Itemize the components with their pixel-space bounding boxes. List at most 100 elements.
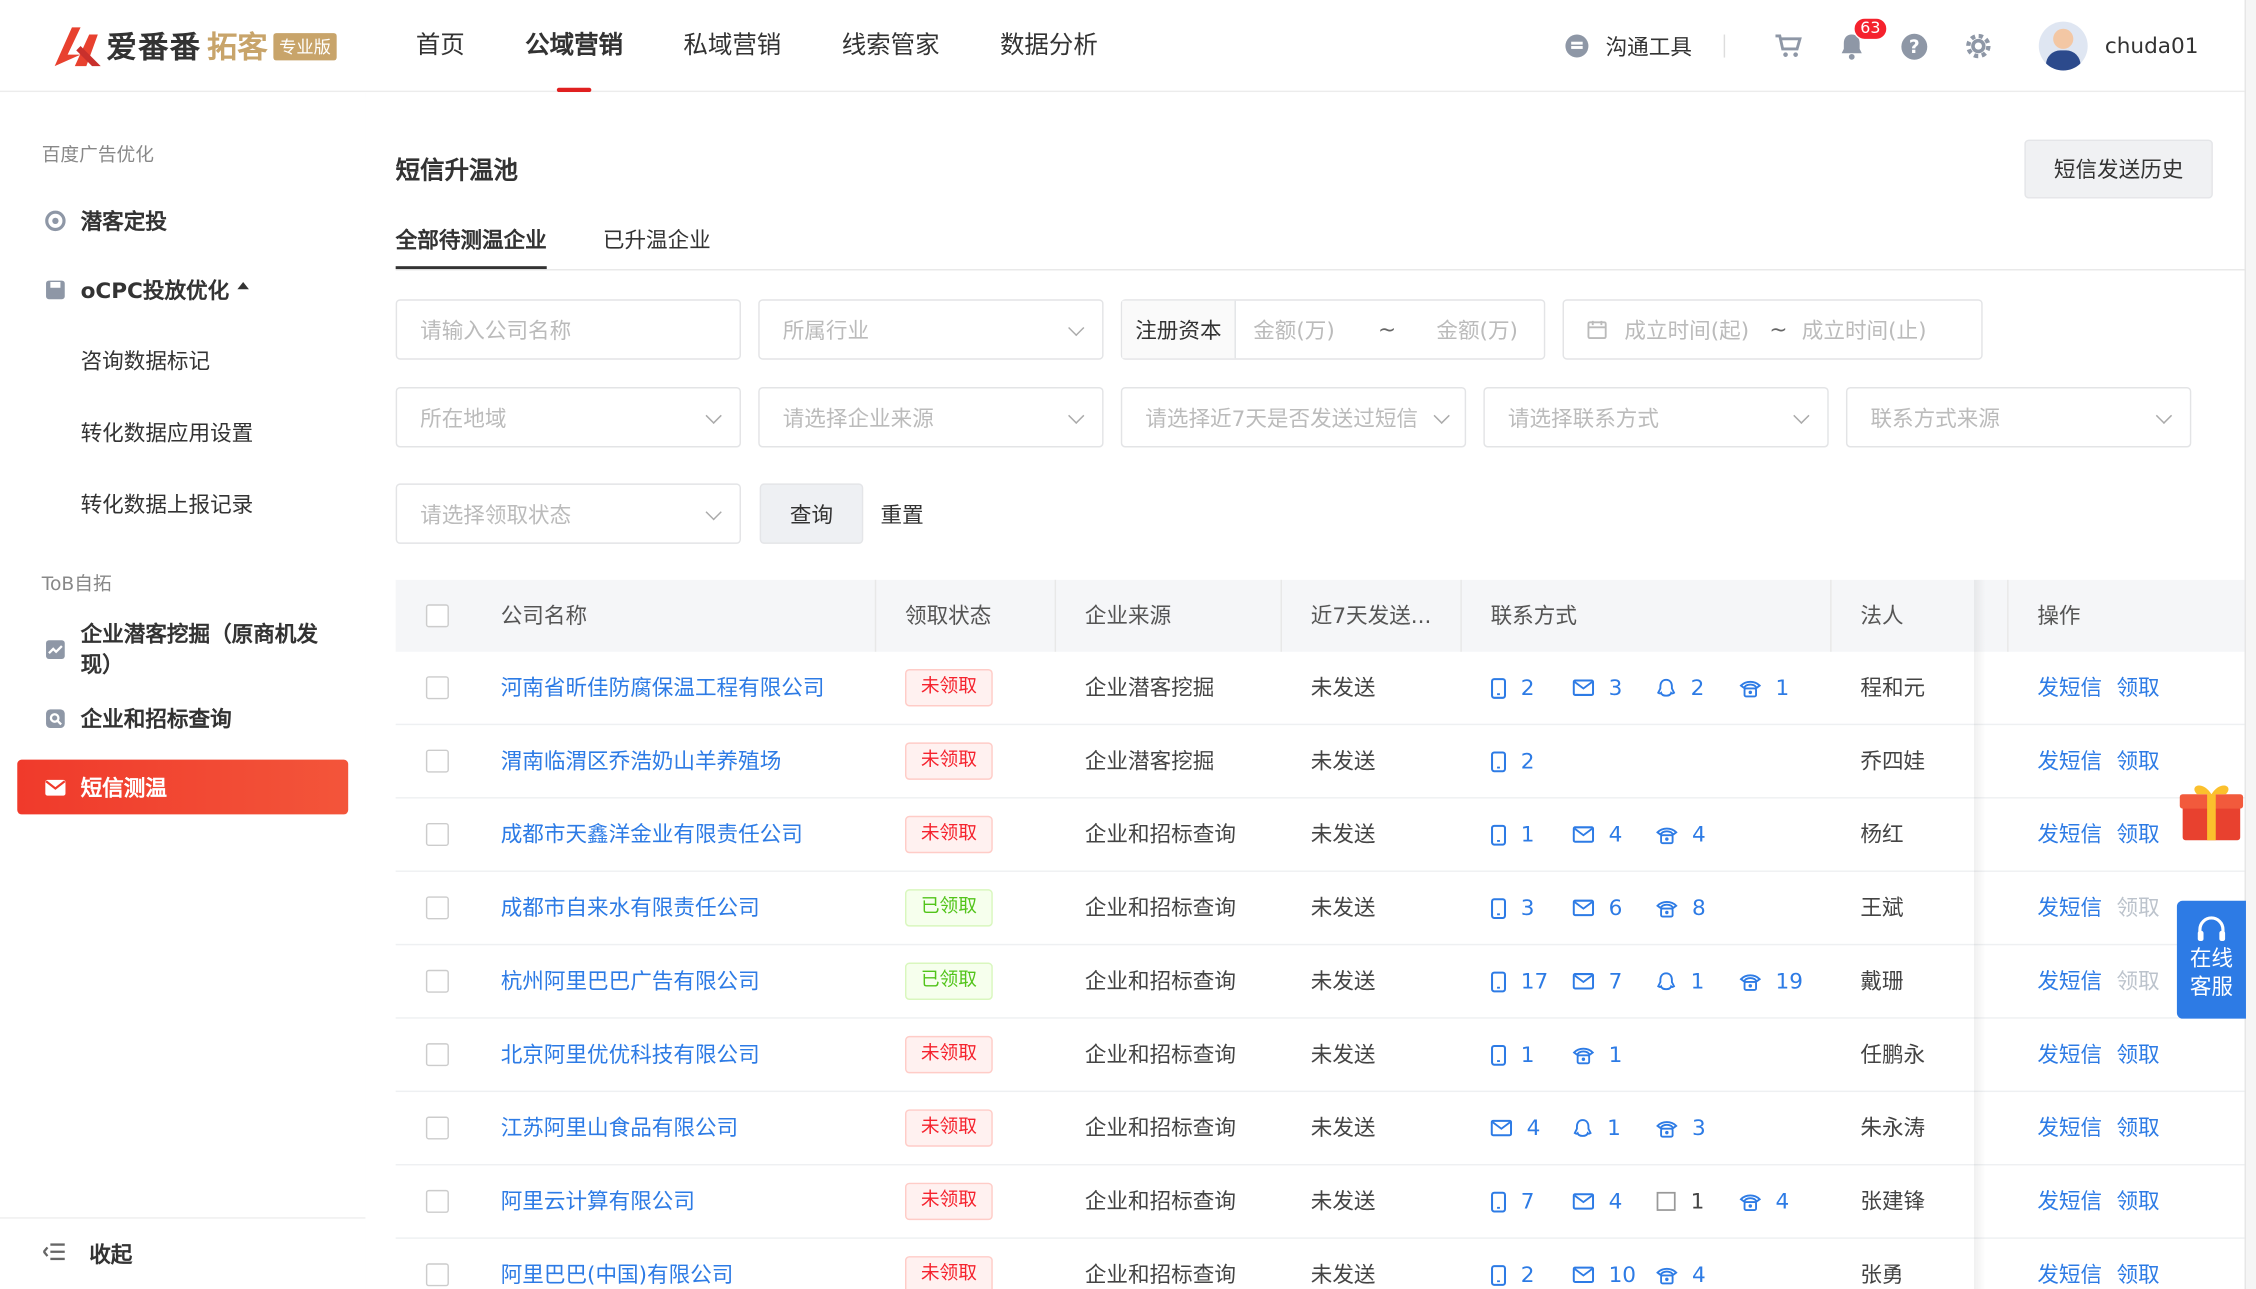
comm-tool-button[interactable]: 沟通工具 (1565, 31, 1692, 61)
sidebar-subitem-conversion-settings[interactable]: 转化数据应用设置 (81, 417, 254, 447)
send-sms-link[interactable]: 发短信 (2037, 872, 2102, 944)
contact-count[interactable]: 7 (1491, 1165, 1535, 1237)
contact-count[interactable]: 2 (1491, 652, 1535, 724)
row-checkbox[interactable] (425, 896, 449, 920)
sidebar-item-ocpc[interactable]: oCPC投放优化 (17, 262, 348, 317)
contact-count[interactable]: 3 (1572, 652, 1622, 724)
founding-date-range[interactable]: 成立时间(起) ~ 成立时间(止) (1562, 299, 1983, 360)
company-name-link[interactable]: 成都市天鑫洋金业有限责任公司 (501, 799, 803, 871)
contact-count[interactable]: 4 (1572, 1165, 1622, 1237)
contact-count[interactable]: 1 (1656, 1165, 1704, 1237)
cart-icon[interactable] (1773, 30, 1805, 62)
row-checkbox[interactable] (425, 1116, 449, 1140)
sms-history-button[interactable]: 短信发送历史 (2024, 139, 2213, 199)
claim-status-select[interactable]: 请选择领取状态 (395, 483, 741, 544)
source-select[interactable]: 请选择企业来源 (758, 387, 1104, 448)
company-name-link[interactable]: 河南省昕佳防腐保温工程有限公司 (501, 652, 825, 724)
contact-count[interactable]: 3 (1491, 872, 1535, 944)
company-name-input[interactable]: 请输入公司名称 (395, 299, 741, 360)
send-sms-link[interactable]: 发短信 (2037, 652, 2102, 724)
claim-link[interactable]: 领取 (2116, 652, 2159, 724)
company-name-link[interactable]: 阿里云计算有限公司 (501, 1165, 695, 1237)
amount-min-input[interactable]: 金额(万) (1253, 314, 1335, 344)
online-service-button[interactable]: 在线 客服 (2176, 900, 2246, 1019)
contact-count[interactable]: 4 (1656, 1239, 1706, 1289)
contact-count[interactable]: 4 (1656, 799, 1706, 871)
amount-max-input[interactable]: 金额(万) (1436, 314, 1518, 344)
claim-link[interactable]: 领取 (2116, 1092, 2159, 1164)
contact-count[interactable]: 17 (1491, 945, 1548, 1017)
sidebar-subitem-consult-marking[interactable]: 咨询数据标记 (81, 345, 211, 375)
claim-link[interactable]: 领取 (2116, 799, 2159, 871)
contact-count[interactable]: 4 (1490, 1092, 1540, 1164)
sidebar-item-mining[interactable]: 企业潜客挖掘（原商机发现） (17, 622, 348, 678)
contact-count[interactable]: 10 (1572, 1239, 1636, 1289)
row-checkbox[interactable] (425, 1263, 449, 1287)
table-row[interactable]: 阿里云计算有限公司 未领取 企业和招标查询 未发送 7 4 1 4 张建锋 发短信 领取 (395, 1165, 2245, 1239)
claim-link[interactable]: 领取 (2116, 1239, 2159, 1289)
user-menu[interactable]: chuda01 (2038, 21, 2198, 71)
registered-capital-range[interactable]: 注册资本 金额(万) ~ 金额(万) (1120, 299, 1546, 360)
page-scrollbar[interactable] (2244, 0, 2256, 1289)
industry-select[interactable]: 所属行业 (758, 299, 1104, 360)
contact-count[interactable]: 1 (1491, 799, 1535, 871)
row-checkbox[interactable] (425, 822, 449, 847)
nav-data-analysis[interactable]: 数据分析 (970, 0, 1128, 92)
company-name-link[interactable]: 江苏阿里山食品有限公司 (501, 1092, 738, 1164)
tab-warmed[interactable]: 已升温企业 (603, 224, 711, 269)
company-name-link[interactable]: 渭南临渭区乔浩奶山羊养殖场 (501, 725, 782, 797)
contact-count[interactable]: 3 (1656, 1092, 1706, 1164)
reset-button[interactable]: 重置 (881, 483, 924, 543)
query-button[interactable]: 查询 (759, 483, 864, 544)
contact-count[interactable]: 1 (1572, 1019, 1622, 1091)
gift-icon[interactable] (2177, 777, 2246, 846)
contact-count[interactable]: 1 (1739, 652, 1789, 724)
nav-private-marketing[interactable]: 私域营销 (653, 0, 811, 92)
date-end-input[interactable]: 成立时间(止) (1802, 314, 1927, 344)
contact-count[interactable]: 2 (1656, 652, 1704, 724)
send-sms-link[interactable]: 发短信 (2037, 799, 2102, 871)
contact-source-select[interactable]: 联系方式来源 (1845, 387, 2192, 448)
contact-count[interactable]: 6 (1572, 872, 1622, 944)
sidebar-item-bidding[interactable]: 企业和招标查询 (17, 691, 348, 746)
send-sms-link[interactable]: 发短信 (2037, 1239, 2102, 1289)
table-row[interactable]: 成都市自来水有限责任公司 已领取 企业和招标查询 未发送 3 6 8 王斌 发短信 领取 (395, 872, 2245, 946)
row-checkbox[interactable] (425, 1189, 449, 1213)
nav-home[interactable]: 首页 (386, 0, 495, 92)
contact-type-select[interactable]: 请选择联系方式 (1483, 387, 1829, 448)
contact-count[interactable]: 1 (1573, 1092, 1621, 1164)
region-select[interactable]: 所在地域 (395, 387, 741, 448)
table-row[interactable]: 阿里巴巴(中国)有限公司 未领取 企业和招标查询 未发送 2 10 4 张勇 发短信 领取 (396, 1239, 2245, 1289)
settings-icon[interactable] (1962, 30, 1994, 62)
contact-count[interactable]: 1 (1656, 945, 1704, 1017)
nav-lead-manager[interactable]: 线索管家 (811, 0, 969, 92)
sent7-select[interactable]: 请选择近7天是否发送过短信 (1120, 387, 1467, 448)
send-sms-link[interactable]: 发短信 (2037, 1092, 2102, 1164)
date-start-input[interactable]: 成立时间(起) (1624, 314, 1749, 344)
send-sms-link[interactable]: 发短信 (2037, 1019, 2102, 1091)
help-icon[interactable]: ? (1899, 30, 1931, 62)
send-sms-link[interactable]: 发短信 (2037, 945, 2102, 1017)
select-all-checkbox[interactable] (425, 604, 449, 628)
company-name-link[interactable]: 北京阿里优优科技有限公司 (501, 1019, 760, 1091)
table-row[interactable]: 江苏阿里山食品有限公司 未领取 企业和招标查询 未发送 4 1 3 朱永涛 发短信 领取 (395, 1092, 2245, 1166)
claim-link[interactable]: 领取 (2116, 725, 2159, 797)
table-row[interactable]: 河南省昕佳防腐保温工程有限公司 未领取 企业潜客挖掘 未发送 2 3 2 1 程和元 发短信 领取 (395, 652, 2245, 726)
nav-public-marketing[interactable]: 公域营销 (495, 0, 653, 93)
table-row[interactable]: 北京阿里优优科技有限公司 未领取 企业和招标查询 未发送 1 1 任鹏永 发短信 领取 (395, 1019, 2245, 1093)
contact-count[interactable]: 7 (1572, 945, 1622, 1017)
row-checkbox[interactable] (425, 1043, 449, 1067)
sidebar-subitem-conversion-records[interactable]: 转化数据上报记录 (81, 489, 254, 519)
contact-count[interactable]: 4 (1572, 799, 1622, 871)
contact-count[interactable]: 19 (1739, 945, 1803, 1017)
send-sms-link[interactable]: 发短信 (2037, 1165, 2102, 1237)
table-row[interactable]: 杭州阿里巴巴广告有限公司 已领取 企业和招标查询 未发送 17 7 1 19 戴珊 发短信 领取 (395, 945, 2245, 1019)
claim-link[interactable]: 领取 (2116, 1019, 2159, 1091)
sidebar-collapse-button[interactable]: 收起 (0, 1217, 366, 1289)
sidebar-item-qianke[interactable]: 潜客定投 (17, 193, 348, 248)
contact-count[interactable]: 4 (1739, 1165, 1789, 1237)
logo[interactable]: 爱番番 拓客 专业版 (52, 20, 337, 72)
company-name-link[interactable]: 杭州阿里巴巴广告有限公司 (501, 945, 760, 1017)
company-name-link[interactable]: 成都市自来水有限责任公司 (501, 872, 760, 944)
claim-link[interactable]: 领取 (2116, 1165, 2159, 1237)
